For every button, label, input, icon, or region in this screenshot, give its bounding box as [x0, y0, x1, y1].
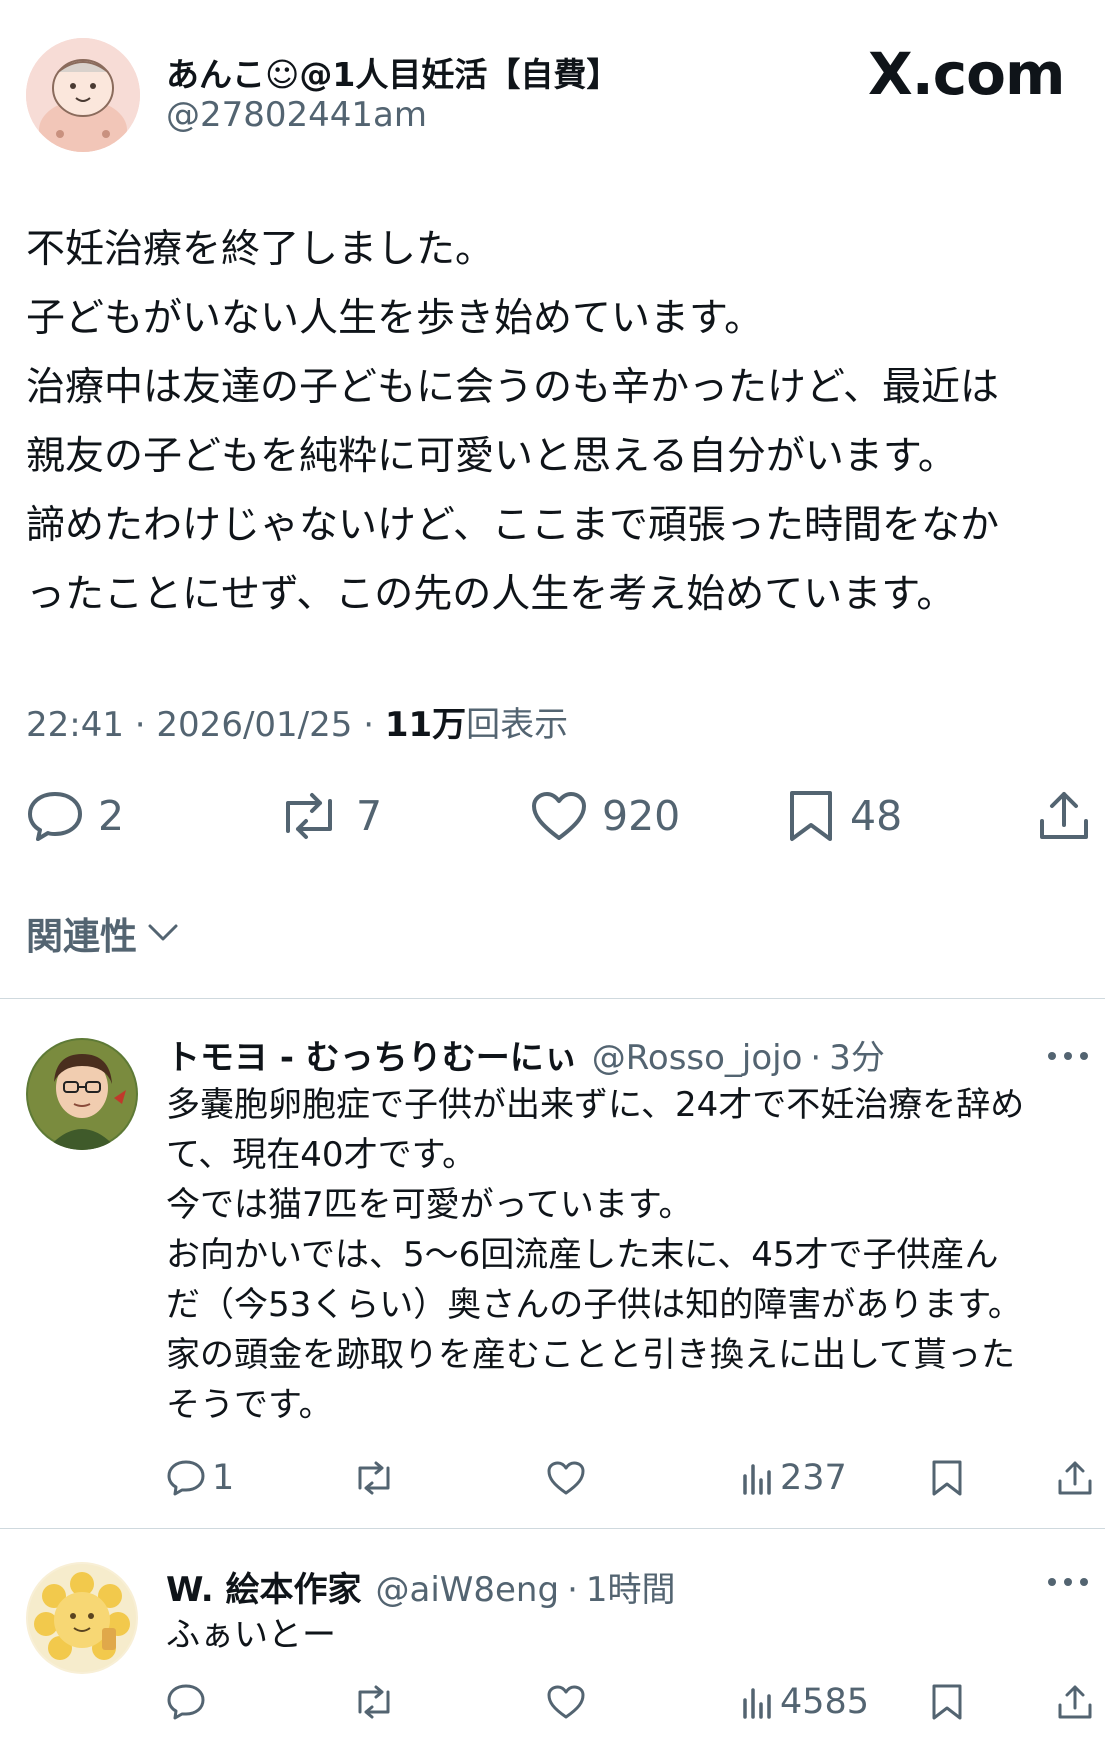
views-chart-icon: [740, 1684, 774, 1720]
reply-avatar[interactable]: [26, 1562, 138, 1674]
reply-reply-button[interactable]: 1: [166, 1456, 234, 1500]
bookmark-icon: [786, 789, 836, 843]
tweet-text-line: 子どもがいない人生を歩き始めています。: [26, 296, 764, 341]
repost-icon: [276, 791, 342, 841]
reply-text-line: て、現在40才です。: [166, 1135, 477, 1175]
reply-count: 1: [212, 1458, 235, 1498]
views-chart-icon: [740, 1460, 774, 1496]
bookmark-icon: [930, 1683, 964, 1721]
reply-bookmark-button[interactable]: [930, 1680, 970, 1724]
reply-text-line: 今では猫7匹を可愛がっています。: [166, 1185, 693, 1225]
reply-avatar[interactable]: [26, 1038, 138, 1150]
reply-like-button[interactable]: [546, 1456, 592, 1500]
heart-icon: [546, 1460, 586, 1496]
repost-icon: [352, 1684, 396, 1720]
reply-repost-button[interactable]: [352, 1456, 402, 1500]
author-handle[interactable]: @27802441am: [166, 95, 427, 135]
author-avatar[interactable]: [26, 38, 140, 152]
reply-reply-button[interactable]: [166, 1680, 212, 1724]
tweet-date[interactable]: 2026/01/25: [156, 705, 352, 745]
like-button[interactable]: 920: [530, 784, 680, 848]
views-label: 回表示: [466, 705, 569, 745]
tweet-text: 不妊治療を終了しました。 子どもがいない人生を歩き始めています。 治療中は友達の…: [26, 215, 1086, 629]
reply-button[interactable]: 2: [26, 784, 124, 848]
tweet-text-line: 親友の子どもを純粋に可愛いと思える自分がいます。: [26, 434, 957, 479]
reply-text: ふぁいとー: [166, 1610, 336, 1660]
tweet-meta: 22:41 · 2026/01/25 · 11万回表示: [26, 697, 568, 746]
divider: [0, 1528, 1105, 1529]
reply-author-name[interactable]: W. 絵本作家: [166, 1562, 361, 1611]
reply-time[interactable]: 3分: [829, 1030, 885, 1079]
reply-icon: [166, 1683, 206, 1721]
sort-label: 関連性: [26, 915, 137, 958]
reply-bookmark-button[interactable]: [930, 1456, 970, 1500]
divider: [0, 998, 1105, 999]
bookmark-count: 48: [850, 792, 903, 840]
reply-repost-button[interactable]: [352, 1680, 402, 1724]
repost-icon: [352, 1460, 396, 1496]
views-count: 11万: [384, 705, 467, 745]
sort-dropdown[interactable]: 関連性: [26, 906, 181, 960]
reply-author-handle[interactable]: @aiW8eng: [375, 1570, 559, 1610]
share-icon: [1056, 1683, 1094, 1721]
reply-header: W. 絵本作家 @aiW8eng · 1時間: [166, 1562, 676, 1611]
views-count: 237: [780, 1458, 847, 1498]
meta-separator: ·: [810, 1038, 822, 1078]
share-icon: [1036, 789, 1092, 843]
x-com-logo: X.com: [868, 40, 1065, 108]
reply-share-button[interactable]: [1056, 1456, 1100, 1500]
reply-views-button[interactable]: 237: [740, 1456, 847, 1500]
bookmark-button[interactable]: 48: [786, 784, 902, 848]
more-options-icon[interactable]: [1046, 1046, 1090, 1066]
more-options-icon[interactable]: [1046, 1572, 1090, 1592]
reply-like-button[interactable]: [546, 1680, 592, 1724]
reply-count: 2: [98, 792, 125, 840]
reply-author-name[interactable]: トモヨ - むっちりむーにぃ: [166, 1030, 578, 1079]
author-display-name[interactable]: あんこ☺@1人目妊活【自費】: [166, 48, 619, 96]
reply-share-button[interactable]: [1056, 1680, 1100, 1724]
reply-icon: [166, 1459, 206, 1497]
meta-separator: ·: [363, 705, 375, 745]
bookmark-icon: [930, 1459, 964, 1497]
reply-text-line: お向かいでは、5〜6回流産した末に、45才で子供産ん: [166, 1235, 999, 1275]
like-count: 920: [602, 792, 681, 840]
reply-icon: [26, 790, 84, 842]
tweet-text-line: 不妊治療を終了しました。: [26, 227, 495, 272]
reply-header: トモヨ - むっちりむーにぃ @Rosso_jojo · 3分: [166, 1030, 885, 1079]
reply-text-line: そうです。: [166, 1385, 333, 1425]
share-icon: [1056, 1459, 1094, 1497]
heart-icon: [546, 1684, 586, 1720]
reply-time[interactable]: 1時間: [586, 1562, 676, 1611]
heart-icon: [530, 790, 588, 842]
tweet-text-line: ったことにせず、この先の人生を考え始めています。: [26, 572, 956, 617]
reply-text-line: 家の頭金を跡取りを産むことと引き換えに出して貰った: [166, 1335, 1015, 1375]
tweet-text-line: 諦めたわけじゃないけど、ここまで頑張った時間をなか: [26, 503, 1000, 548]
repost-count: 7: [356, 792, 383, 840]
reply-text-line: だ（今53くらい）奥さんの子供は知的障害があります。: [166, 1285, 1022, 1325]
meta-separator: ·: [567, 1570, 578, 1610]
reply-text-line: ふぁいとー: [166, 1615, 336, 1655]
views-count: 4585: [780, 1682, 870, 1722]
reply-text: 多嚢胞卵胞症で子供が出来ずに、24才で不妊治療を辞め て、現在40才です。 今で…: [166, 1080, 1024, 1430]
share-button[interactable]: [1036, 784, 1105, 848]
meta-separator: ·: [134, 705, 146, 745]
chevron-down-icon: [145, 921, 181, 945]
repost-button[interactable]: 7: [276, 784, 382, 848]
tweet-text-line: 治療中は友達の子どもに会うのも辛かったけど、最近は: [26, 365, 1000, 410]
reply-views-button[interactable]: 4585: [740, 1680, 869, 1724]
tweet-time[interactable]: 22:41: [26, 705, 124, 745]
reply-author-handle[interactable]: @Rosso_jojo: [592, 1038, 803, 1078]
reply-text-line: 多嚢胞卵胞症で子供が出来ずに、24才で不妊治療を辞め: [166, 1085, 1025, 1125]
